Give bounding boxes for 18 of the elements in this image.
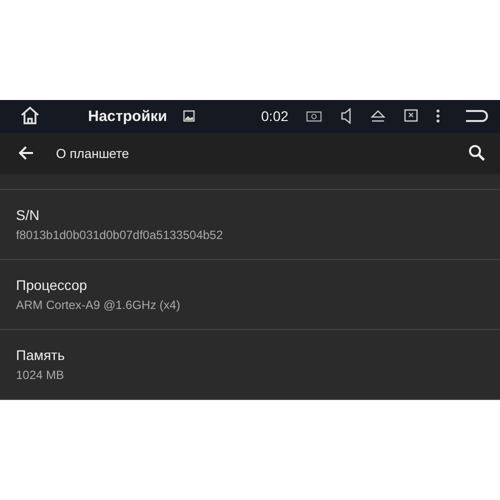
volume-icon[interactable]: [340, 108, 352, 124]
page-title: О планшете: [56, 146, 130, 161]
app-title: Настройки: [88, 108, 168, 125]
more-icon[interactable]: [436, 109, 440, 124]
clock-time: 0:02: [261, 108, 288, 124]
camera-icon[interactable]: [306, 110, 322, 122]
setting-value: f8013b1d0b031d0b07df0a5133504b52: [16, 228, 224, 242]
setting-title: S/N: [16, 207, 40, 223]
setting-value: 1024 MB: [16, 368, 66, 382]
back-arrow-icon[interactable]: [18, 145, 34, 162]
setting-value: ARM Cortex-A9 @1.6GHz (x4): [16, 298, 182, 312]
setting-title: Процессор: [16, 277, 88, 293]
screen-icon[interactable]: [404, 109, 418, 124]
return-icon[interactable]: [464, 108, 488, 124]
eject-icon[interactable]: [370, 109, 386, 124]
image-icon[interactable]: [183, 110, 196, 122]
setting-title: Память: [16, 347, 66, 363]
search-icon[interactable]: [468, 144, 486, 162]
